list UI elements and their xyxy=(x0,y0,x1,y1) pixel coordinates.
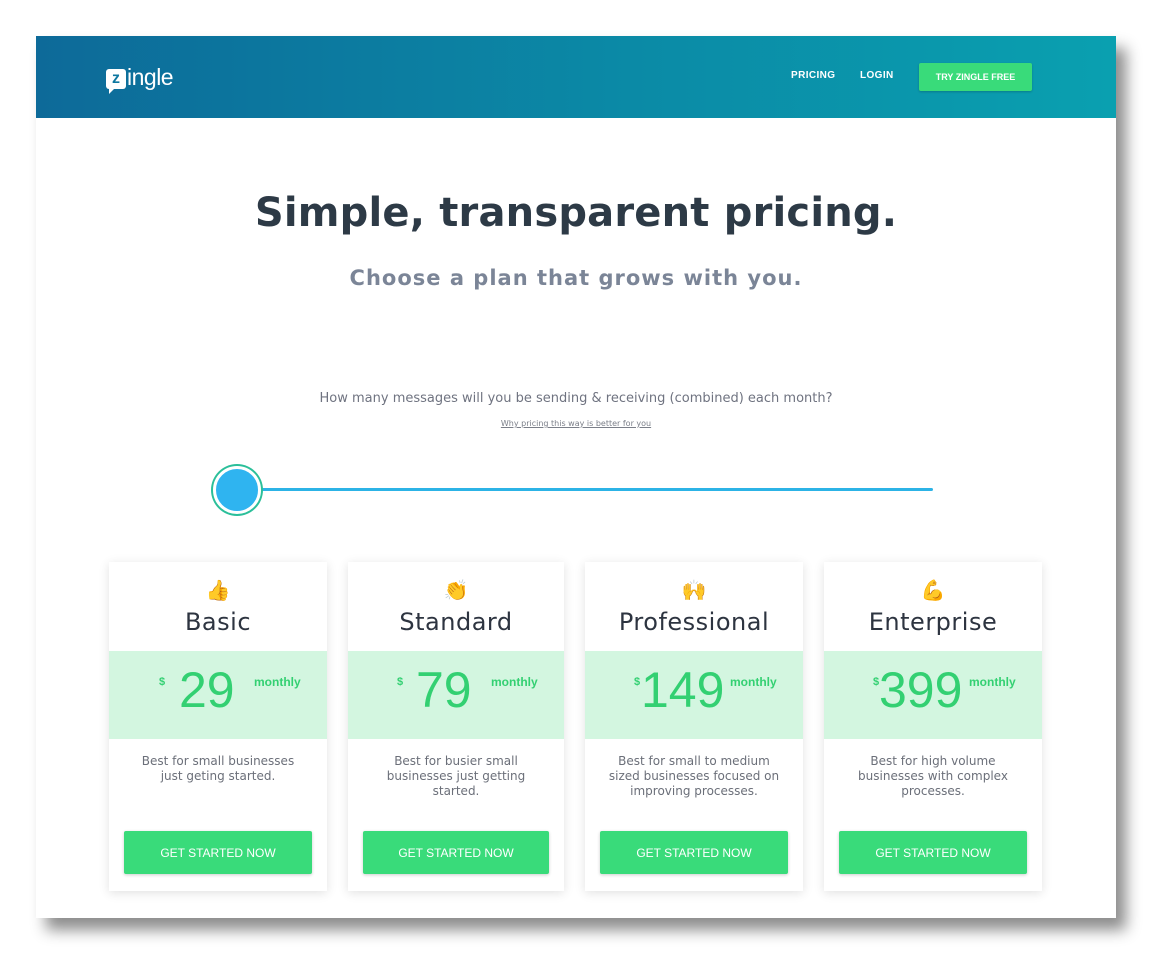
plan-name: Standard xyxy=(399,608,513,636)
get-started-button-enterprise[interactable]: GET STARTED NOW xyxy=(839,831,1027,874)
plan-description: Best for small to medium sized businesse… xyxy=(608,754,780,798)
plan-card-enterprise: 💪 Enterprise $ 399 monthly Best for high… xyxy=(824,562,1042,891)
price-band: $ 399 monthly xyxy=(824,651,1042,739)
price-currency: $ xyxy=(634,676,641,688)
get-started-button-professional[interactable]: GET STARTED NOW xyxy=(600,831,788,874)
nav-login-link[interactable]: LOGIN xyxy=(860,70,894,81)
price-period: monthly xyxy=(254,675,301,689)
plan-name: Enterprise xyxy=(868,608,998,636)
plan-card-standard: 👏 Standard $ 79 monthly Best for busier … xyxy=(348,562,564,891)
plan-card-basic: 👍 Basic $ 29 monthly Best for small busi… xyxy=(109,562,327,891)
plan-name: Professional xyxy=(618,608,770,636)
browser-window: z ingle PRICING LOGIN TRY ZINGLE FREE Si… xyxy=(36,36,1116,918)
price-band: $ 79 monthly xyxy=(348,651,564,739)
plan-description: Best for busier small businesses just ge… xyxy=(386,754,526,798)
price-period: monthly xyxy=(730,675,777,689)
message-volume-slider-handle[interactable] xyxy=(213,466,261,514)
price-currency: $ xyxy=(397,676,404,688)
price-amount: 149 xyxy=(641,662,725,718)
price-band: $ 149 monthly xyxy=(585,651,803,739)
message-volume-slider-track[interactable] xyxy=(236,488,933,491)
price-period: monthly xyxy=(491,675,538,689)
clapping-hands-icon: 👏 xyxy=(443,578,469,602)
page-subtitle: Choose a plan that grows with you. xyxy=(349,266,803,290)
why-pricing-link[interactable]: Why pricing this way is better for you xyxy=(36,419,1116,428)
site-header: z ingle PRICING LOGIN TRY ZINGLE FREE xyxy=(36,36,1116,118)
zingle-logo[interactable]: z ingle xyxy=(106,60,174,94)
logo-wordmark: ingle xyxy=(127,63,174,90)
get-started-button-basic[interactable]: GET STARTED NOW xyxy=(124,831,312,874)
try-free-button[interactable]: TRY ZINGLE FREE xyxy=(919,63,1032,91)
price-amount: 399 xyxy=(879,662,963,718)
thumbs-up-icon: 👍 xyxy=(205,578,231,602)
price-amount: 79 xyxy=(416,662,472,718)
flexed-biceps-icon: 💪 xyxy=(920,578,946,602)
price-amount: 29 xyxy=(179,662,235,718)
plan-description: Best for high volume businesses with com… xyxy=(858,754,1008,798)
nav-pricing-link[interactable]: PRICING xyxy=(791,70,835,81)
price-band: $ 29 monthly xyxy=(109,651,327,739)
price-currency: $ xyxy=(159,676,166,688)
plan-card-professional: 🙌 Professional $ 149 monthly Best for sm… xyxy=(585,562,803,891)
price-period: monthly xyxy=(969,675,1016,689)
plan-description: Best for small businesses just geting st… xyxy=(141,754,295,783)
volume-question: How many messages will you be sending & … xyxy=(319,391,833,406)
plan-name: Basic xyxy=(184,608,252,636)
page-title: Simple, transparent pricing. xyxy=(254,190,898,236)
logo-mark: z xyxy=(106,69,126,94)
raised-hands-icon: 🙌 xyxy=(681,578,707,602)
get-started-button-standard[interactable]: GET STARTED NOW xyxy=(363,831,549,874)
